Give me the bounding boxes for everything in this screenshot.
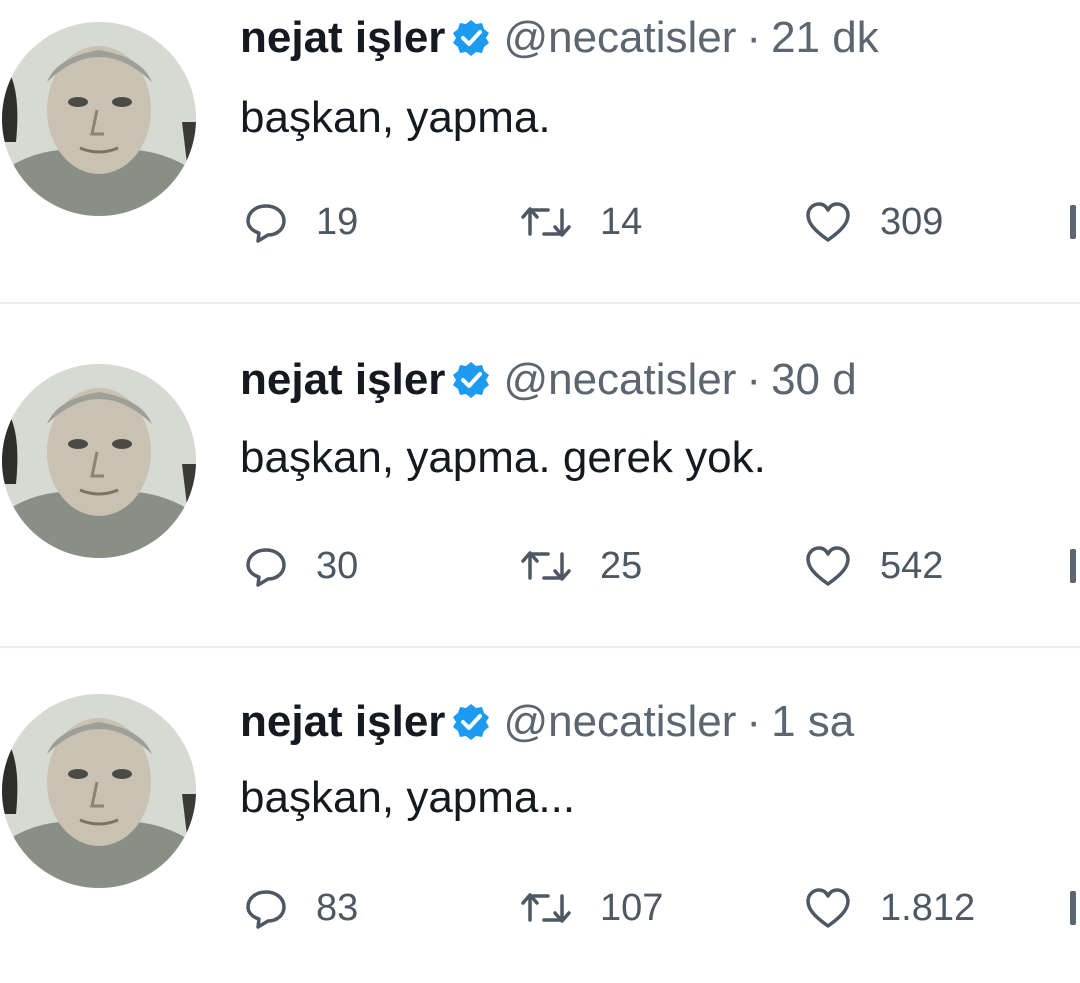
tweet-divider xyxy=(0,302,1080,304)
separator-dot: · xyxy=(746,13,762,62)
timestamp[interactable]: 21 dk xyxy=(771,13,879,62)
display-name[interactable]: nejat işler xyxy=(240,697,445,746)
reply-count: 83 xyxy=(316,886,359,929)
action-bar: 19 14 309 xyxy=(244,192,1080,252)
action-bar: 83 107 1.812 xyxy=(244,878,1080,938)
share-button[interactable] xyxy=(1070,878,1080,938)
like-button[interactable]: 542 xyxy=(804,536,943,596)
timestamp[interactable]: 30 d xyxy=(771,355,857,404)
tweet-card-1[interactable]: nejat işler @necatisler · 21 dk başkan, yap… xyxy=(0,0,1080,320)
avatar[interactable] xyxy=(2,364,196,558)
like-count: 309 xyxy=(880,200,944,243)
tweet-card-2[interactable]: nejat işler @necatisler · 30 d başkan, yapm… xyxy=(0,344,1080,664)
action-bar: 30 25 542 xyxy=(244,536,1080,596)
speech-bubble-icon xyxy=(246,890,286,929)
retweet-arrows-icon xyxy=(521,207,571,237)
verified-badge-icon xyxy=(451,698,491,758)
verified-badge-icon xyxy=(451,356,491,416)
reply-button[interactable]: 83 xyxy=(244,878,358,938)
share-button[interactable] xyxy=(1070,536,1080,596)
reply-count: 19 xyxy=(316,200,359,243)
verified-badge-icon xyxy=(451,14,491,74)
speech-bubble-icon xyxy=(246,548,286,587)
avatar[interactable] xyxy=(2,694,196,888)
retweet-button[interactable]: 25 xyxy=(520,536,642,596)
timestamp[interactable]: 1 sa xyxy=(771,697,854,746)
avatar-portrait-icon xyxy=(2,364,196,558)
retweet-button[interactable]: 14 xyxy=(520,192,642,252)
tweet-card-3[interactable]: nejat işler @necatisler · 1 sa başkan, yapm… xyxy=(0,674,1080,983)
heart-icon xyxy=(806,546,850,586)
avatar-portrait-icon xyxy=(2,22,196,216)
tweet-header: nejat işler @necatisler · 1 sa xyxy=(240,692,854,752)
separator-dot: · xyxy=(746,697,762,746)
retweet-count: 14 xyxy=(600,200,643,243)
display-name[interactable]: nejat işler xyxy=(240,13,445,62)
share-icon xyxy=(1070,891,1076,925)
retweet-count: 25 xyxy=(600,544,643,587)
like-button[interactable]: 309 xyxy=(804,192,943,252)
reply-count: 30 xyxy=(316,544,359,587)
tweet-header: nejat işler @necatisler · 21 dk xyxy=(240,8,879,68)
speech-bubble-icon xyxy=(246,204,286,243)
reply-button[interactable]: 30 xyxy=(244,536,358,596)
tweet-divider xyxy=(0,646,1080,648)
heart-icon xyxy=(806,202,850,242)
avatar-portrait-icon xyxy=(2,694,196,888)
tweet-feed: nejat işler @necatisler · 21 dk başkan, yap… xyxy=(0,0,1080,983)
tweet-text: başkan, yapma... xyxy=(240,773,576,822)
tweet-text: başkan, yapma. gerek yok. xyxy=(240,433,766,482)
heart-icon xyxy=(806,888,850,928)
share-icon xyxy=(1070,205,1076,239)
share-icon xyxy=(1070,549,1076,583)
user-handle[interactable]: @necatisler xyxy=(503,697,736,746)
user-handle[interactable]: @necatisler xyxy=(503,355,736,404)
tweet-header: nejat işler @necatisler · 30 d xyxy=(240,350,857,410)
like-button[interactable]: 1.812 xyxy=(804,878,975,938)
separator-dot: · xyxy=(746,355,762,404)
tweet-text: başkan, yapma. xyxy=(240,93,551,142)
retweet-arrows-icon xyxy=(521,893,571,923)
share-button[interactable] xyxy=(1070,192,1080,252)
retweet-count: 107 xyxy=(600,886,664,929)
display-name[interactable]: nejat işler xyxy=(240,355,445,404)
like-count: 1.812 xyxy=(880,886,976,929)
avatar[interactable] xyxy=(2,22,196,216)
retweet-button[interactable]: 107 xyxy=(520,878,663,938)
like-count: 542 xyxy=(880,544,944,587)
user-handle[interactable]: @necatisler xyxy=(503,13,736,62)
reply-button[interactable]: 19 xyxy=(244,192,358,252)
retweet-arrows-icon xyxy=(521,551,571,581)
